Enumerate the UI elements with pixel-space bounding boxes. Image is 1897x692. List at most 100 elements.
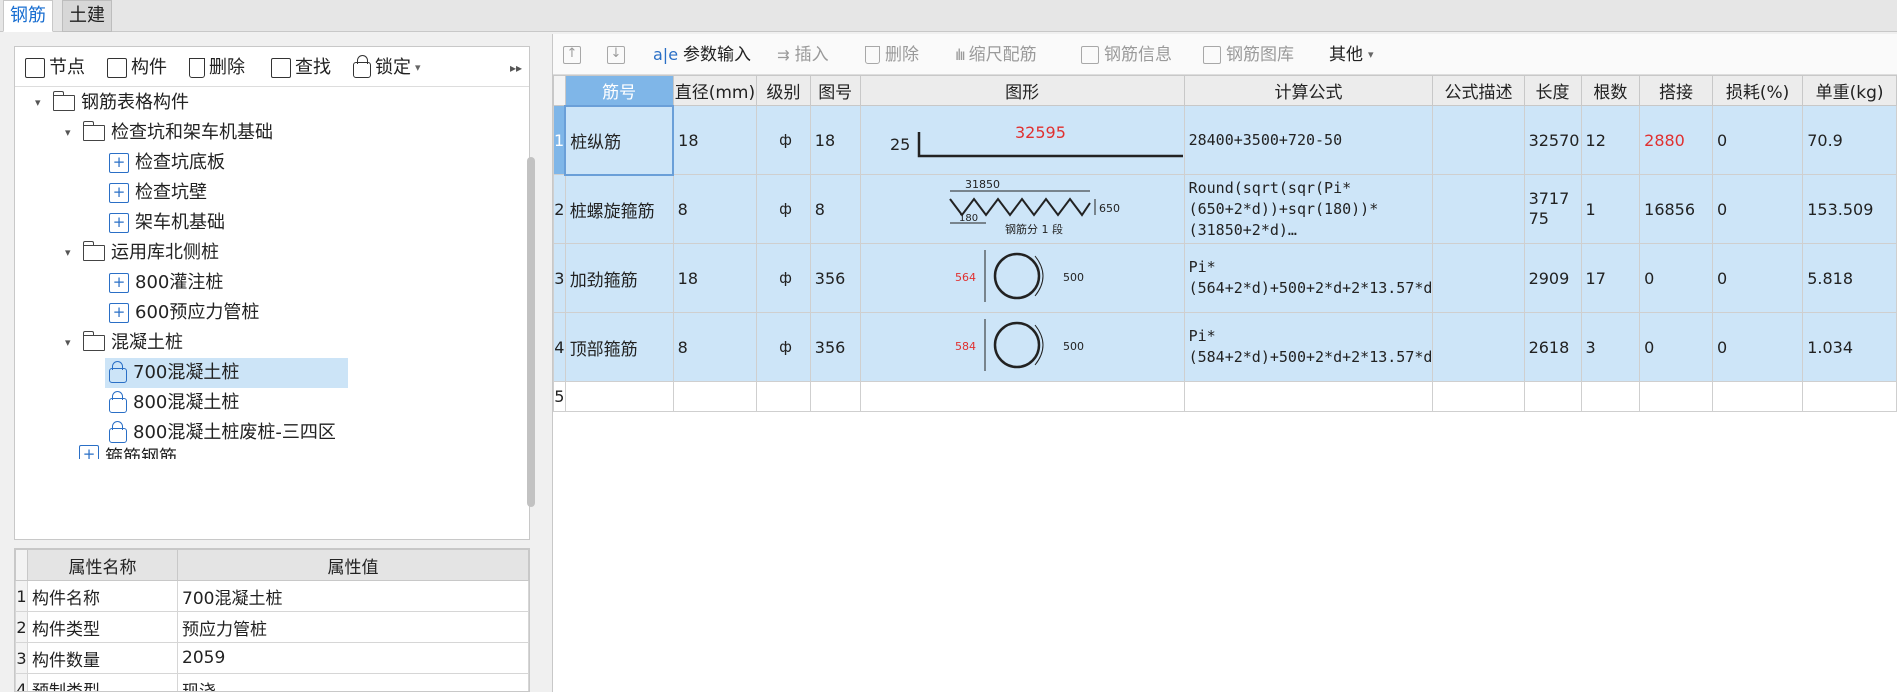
col-header-diameter[interactable]: 直径(mm) [672, 75, 758, 106]
locked-component-icon [109, 421, 127, 443]
tree-group[interactable]: ▾ 运用库北侧桩 [65, 238, 219, 268]
col-header-formula[interactable]: 计算公式 [1183, 75, 1434, 106]
caret-down-icon: ▾ [35, 96, 41, 109]
param-input-button[interactable]: a|e 参数输入 [653, 43, 751, 67]
tree-toolbar: 节点 构件 删除 查找 锁定 ▾ ▸▸ [15, 47, 529, 87]
add-node-button[interactable]: 节点 [25, 55, 85, 81]
folder-icon [82, 121, 105, 141]
tree-leaf[interactable]: 800混凝土桩废桩-三四区 [109, 418, 336, 448]
trash-icon [189, 58, 205, 78]
node-icon [25, 58, 45, 78]
component-icon [107, 58, 127, 78]
locked-component-icon [109, 361, 127, 383]
scale-rebar-button[interactable]: ılıı 缩尺配筋 [955, 43, 1037, 67]
col-header-loss[interactable]: 损耗(%) [1711, 75, 1804, 106]
rebar-info-button[interactable]: 钢筋信息 [1081, 43, 1172, 67]
table-row[interactable]: 1 桩纵筋 18 ф 18 25 32595 28400+3500+720-50… [553, 104, 1897, 176]
top-tab-bar: 钢筋 土建 [0, 0, 1897, 32]
table-row-empty[interactable]: 5 [553, 381, 1897, 412]
delete-row-button[interactable]: 删除 [865, 43, 919, 67]
shape-cell[interactable]: 584 500 [859, 312, 1185, 382]
tab-civil[interactable]: 土建 [62, 0, 112, 32]
col-header-shape[interactable]: 图形 [859, 75, 1185, 106]
svg-text:584: 584 [955, 340, 976, 353]
svg-text:25: 25 [890, 135, 910, 154]
props-row[interactable]: 1 构件名称 700混凝土桩 [15, 580, 529, 612]
arrow-up-icon: ↑ [563, 46, 581, 64]
insert-icon: ⇉ [777, 46, 790, 64]
component-leaf-icon: + [79, 445, 99, 459]
shape-hoop: 564 500 [955, 250, 1084, 302]
properties-panel: 属性名称 属性值 1 构件名称 700混凝土桩 2 构件类型 预应力管桩 3 构件数量 20… [14, 548, 530, 692]
tree-leaf[interactable]: +800灌注桩 [109, 268, 223, 298]
component-leaf-icon: + [109, 213, 129, 233]
find-button[interactable]: 查找 [271, 55, 331, 81]
table-row[interactable]: 2 桩螺旋箍筋 8 ф 8 31850 650 180 钢筋分 1 段 Roun… [553, 174, 1897, 244]
svg-text:500: 500 [1063, 271, 1084, 284]
tab-rebar[interactable]: 钢筋 [3, 0, 53, 32]
arrow-down-icon: ↓ [607, 46, 625, 64]
col-header-figure-no[interactable]: 图号 [809, 75, 861, 106]
props-row[interactable]: 4 预制类型 现浇 [15, 673, 529, 691]
info-icon [1081, 46, 1099, 64]
props-header-name: 属性名称 [27, 549, 178, 581]
svg-text:180: 180 [959, 213, 978, 224]
tree-leaf[interactable]: 800混凝土桩 [109, 388, 239, 418]
delete-button[interactable]: 删除 [189, 55, 245, 81]
tree-leaf[interactable]: + 检查坑壁 [109, 178, 207, 208]
chevron-down-icon: ▾ [415, 61, 421, 74]
col-header-grade[interactable]: 级别 [756, 75, 811, 106]
props-row[interactable]: 3 构件数量 2059 [15, 642, 529, 674]
move-up-button[interactable]: ↑ [563, 43, 581, 67]
col-header-count[interactable]: 根数 [1580, 75, 1641, 106]
tree-leaf[interactable]: + 检查坑底板 [109, 148, 225, 178]
shape-cell[interactable]: 564 500 [859, 243, 1185, 313]
other-menu[interactable]: 其他 ▾ [1329, 43, 1374, 67]
col-header-formula-desc[interactable]: 公式描述 [1432, 75, 1525, 106]
table-row[interactable]: 4 顶部箍筋 8 ф 356 584 500 Pi*(584+2*d)+500+… [553, 312, 1897, 382]
col-header-lap[interactable]: 搭接 [1639, 75, 1713, 106]
caret-down-icon: ▾ [65, 246, 71, 259]
trash-icon [865, 46, 880, 64]
chevron-down-icon: ▾ [1368, 48, 1374, 61]
svg-text:32595: 32595 [1015, 123, 1066, 142]
shape-straight-hook: 25 32595 [890, 123, 1183, 158]
svg-text:钢筋分 1 段: 钢筋分 1 段 [1005, 222, 1063, 236]
expand-toolbar-icon[interactable]: ▸▸ [510, 55, 522, 81]
tree-leaf-selected[interactable]: 700混凝土桩 [105, 358, 348, 388]
tree-leaf[interactable]: + 架车机基础 [109, 208, 225, 238]
table-row[interactable]: 3 加劲箍筋 18 ф 356 564 500 Pi*(564+2*d)+500… [553, 243, 1897, 313]
rebar-table-panel: ↑ ↓ a|e 参数输入 ⇉ 插入 删除 ılıı 缩尺配筋 钢筋信息 钢筋图库 其他… [552, 34, 1897, 692]
tree-leaf-partial[interactable]: + 箍筋钢筋 [79, 445, 177, 459]
props-row[interactable]: 2 构件类型 预应力管桩 [15, 611, 529, 643]
tree-root[interactable]: ▾ 钢筋表格构件 [35, 88, 189, 118]
caret-down-icon: ▾ [65, 336, 71, 349]
tree-leaf[interactable]: +600预应力管桩 [109, 298, 259, 328]
shape-cell[interactable]: 25 32595 [859, 105, 1185, 175]
rebar-grid: 筋号 直径(mm) 级别 图号 图形 计算公式 公式描述 长度 根数 搭接 损耗… [553, 75, 1897, 412]
shape-cell[interactable]: 31850 650 180 钢筋分 1 段 [859, 174, 1185, 244]
shape-spiral: 31850 650 180 钢筋分 1 段 [948, 178, 1120, 236]
library-icon [1203, 46, 1221, 64]
component-tree: ▾ 钢筋表格构件 ▾ 检查坑和架车机基础 + 检查坑底板 + 检查坑壁 + 架车机基础 ▾… [15, 88, 515, 538]
svg-text:31850: 31850 [965, 178, 1000, 191]
col-header-length[interactable]: 长度 [1523, 75, 1582, 106]
col-header-unit-weight[interactable]: 单重(kg) [1802, 75, 1897, 106]
svg-text:500: 500 [1063, 340, 1084, 353]
component-leaf-icon: + [109, 183, 129, 203]
tree-scrollbar[interactable] [527, 157, 535, 507]
folder-icon [52, 91, 75, 111]
add-component-button[interactable]: 构件 [107, 55, 167, 81]
tree-group[interactable]: ▾ 混凝土桩 [65, 328, 183, 358]
component-tree-panel: 节点 构件 删除 查找 锁定 ▾ ▸▸ ▾ 钢筋表格构件 ▾ 检查坑和架车机基础 + 检… [14, 46, 535, 540]
move-down-button[interactable]: ↓ [607, 43, 625, 67]
component-leaf-icon: + [109, 153, 129, 173]
lock-button[interactable]: 锁定 ▾ [353, 55, 421, 81]
insert-button[interactable]: ⇉ 插入 [777, 43, 829, 67]
tree-group[interactable]: ▾ 检查坑和架车机基础 [65, 118, 273, 148]
svg-text:650: 650 [1099, 202, 1120, 215]
col-header-bar-no[interactable]: 筋号 [564, 75, 674, 106]
rebar-library-button[interactable]: 钢筋图库 [1203, 43, 1294, 67]
caret-down-icon: ▾ [65, 126, 71, 139]
svg-text:564: 564 [955, 271, 976, 284]
